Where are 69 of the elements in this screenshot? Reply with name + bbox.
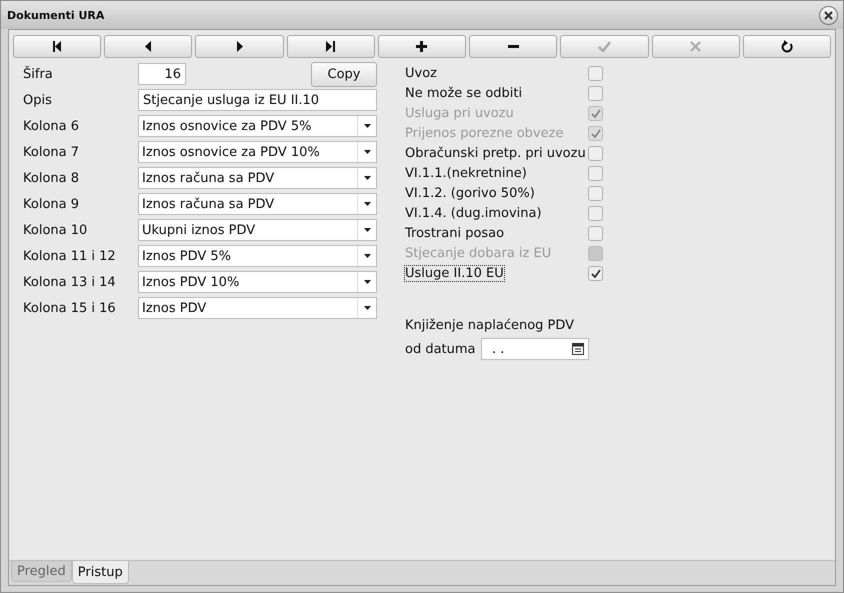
- option-label: VI.1.1.(nekretnine): [405, 166, 527, 180]
- field-label: Kolona 13 i 14: [23, 274, 117, 290]
- description-field[interactable]: Stjecanje usluga iz EU II.10: [138, 89, 377, 111]
- close-button[interactable]: [819, 6, 838, 24]
- caret-icon: [364, 280, 370, 284]
- dropdown[interactable]: Iznos računa sa PDV: [138, 167, 377, 189]
- date-field[interactable]: . .: [481, 338, 589, 360]
- window-title: Dokumenti URA: [7, 8, 104, 22]
- field-label: Kolona 7: [23, 144, 80, 160]
- field-label: od datuma: [405, 342, 477, 356]
- field-label: Šifra: [23, 66, 54, 82]
- option-label: Prijenos porezne obveze: [405, 126, 564, 140]
- left-arrow-icon: [145, 41, 152, 52]
- checkbox[interactable]: [588, 66, 603, 80]
- dropdown[interactable]: Iznos računa sa PDV: [138, 193, 377, 215]
- checkbox[interactable]: [588, 226, 603, 240]
- option-label: Uvoz: [405, 66, 437, 80]
- caret-icon: [364, 254, 370, 258]
- option-label: Stjecanje dobara iz EU: [405, 246, 552, 260]
- field-label: Kolona 9: [23, 196, 80, 212]
- dropdown[interactable]: Iznos osnovice za PDV 10%: [138, 141, 377, 163]
- dropdown[interactable]: Iznos osnovice za PDV 5%: [138, 115, 377, 137]
- option-label: Ne može se odbiti: [405, 86, 522, 100]
- plus-icon: [416, 41, 428, 52]
- option-label: VI.1.2. (gorivo 50%): [405, 186, 535, 200]
- option-label: Obračunski pretp. pri uvozu: [405, 146, 586, 160]
- dropdown[interactable]: Iznos PDV 5%: [138, 245, 377, 267]
- toolbar-button[interactable]: [742, 35, 831, 58]
- caret-icon: [364, 176, 370, 180]
- option-label: Usluge II.10 EU: [405, 266, 504, 280]
- close-icon: [690, 41, 702, 52]
- first-icon: [52, 41, 62, 52]
- close-icon: [824, 10, 833, 20]
- section-heading: Knjiženje naplaćenog PDV: [405, 316, 576, 334]
- caret-icon: [364, 202, 370, 206]
- copy-button[interactable]: Copy: [311, 62, 377, 86]
- tab[interactable]: Pristup: [72, 561, 129, 584]
- dropdown[interactable]: Iznos PDV: [138, 297, 377, 319]
- checkbox[interactable]: [588, 86, 603, 100]
- toolbar-button[interactable]: [286, 35, 375, 58]
- refresh-icon: [780, 40, 793, 53]
- toolbar-button[interactable]: [378, 35, 466, 58]
- caret-icon: [364, 228, 370, 232]
- checkbox[interactable]: [588, 146, 603, 160]
- checkbox[interactable]: [588, 266, 603, 280]
- option-label: Usluga pri uvozu: [405, 106, 514, 120]
- minus-icon: [508, 45, 519, 48]
- checkbox[interactable]: [588, 206, 603, 220]
- field-label: Kolona 8: [23, 170, 80, 186]
- checkbox[interactable]: [588, 186, 603, 200]
- field-label: Kolona 6: [23, 118, 80, 134]
- caret-icon: [364, 124, 370, 128]
- check-icon: [598, 41, 611, 52]
- checkbox[interactable]: [588, 166, 603, 180]
- field-label: Kolona 10: [23, 222, 88, 238]
- field-label: Kolona 15 i 16: [23, 300, 117, 316]
- option-label: VI.1.4. (dug.imovina): [405, 206, 542, 220]
- dropdown[interactable]: Ukupni iznos PDV: [138, 219, 377, 241]
- option-label: Trostrani posao: [405, 226, 504, 240]
- field-label: Opis: [23, 92, 53, 108]
- dropdown[interactable]: Iznos PDV 10%: [138, 271, 377, 293]
- code-field[interactable]: 16: [138, 63, 186, 85]
- last-icon: [326, 41, 336, 52]
- right-arrow-icon: [236, 41, 243, 52]
- caret-icon: [364, 150, 370, 154]
- toolbar-button[interactable]: [13, 35, 102, 58]
- tab[interactable]: Pregled: [11, 561, 72, 582]
- caret-icon: [364, 306, 370, 310]
- field-label: Kolona 11 i 12: [23, 248, 117, 264]
